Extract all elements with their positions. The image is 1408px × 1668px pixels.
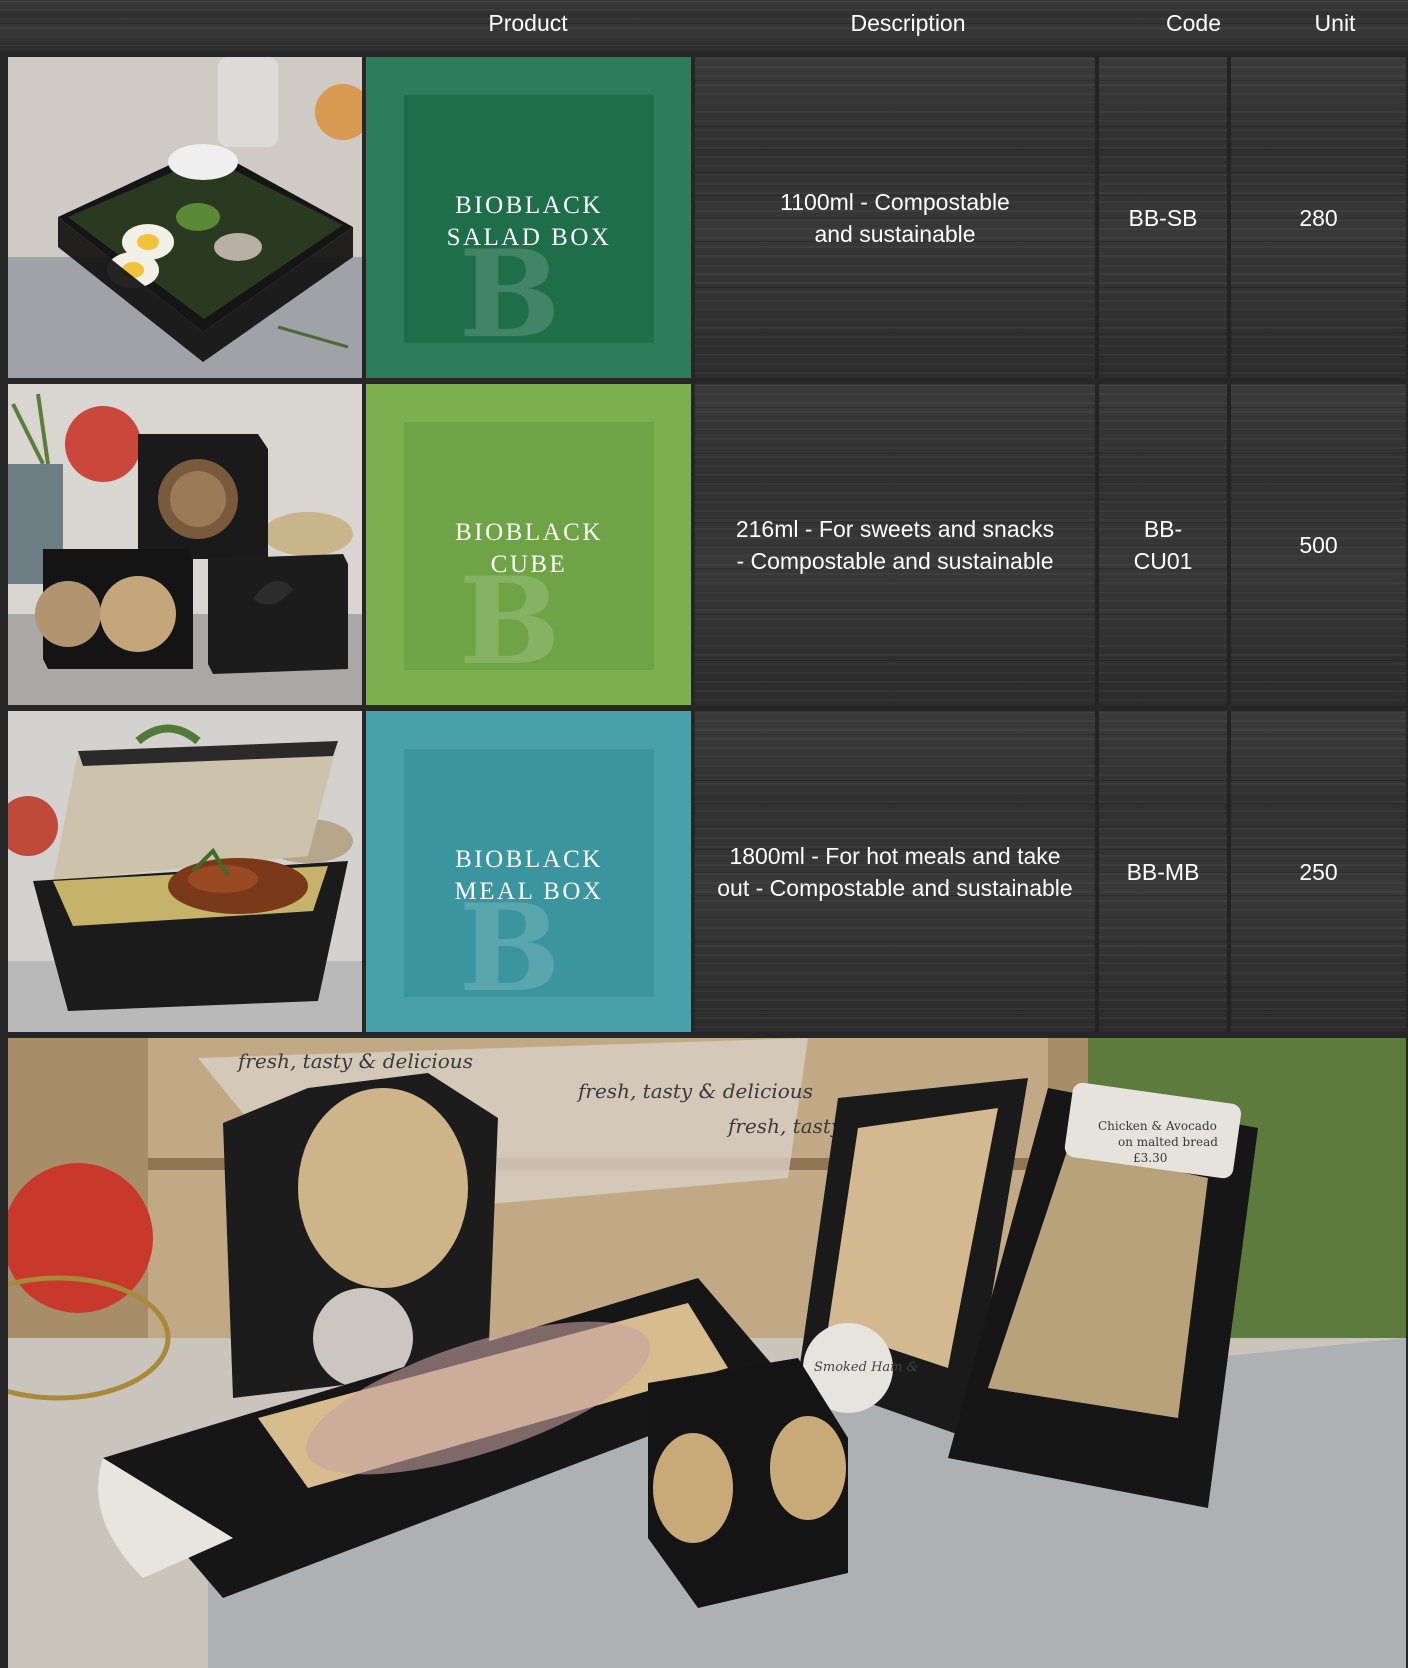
- table-row: B BIOBLACK SALAD BOX 1100ml - Compostabl…: [8, 57, 1406, 378]
- table-header: Product Description Code Unit: [0, 0, 1408, 52]
- product-name-line2: SALAD BOX: [446, 224, 612, 251]
- code-cell: BB- CU01: [1099, 384, 1227, 705]
- description-cell: 1100ml - Compostable and sustainable: [695, 57, 1095, 378]
- product-label-cube: B BIOBLACK CUBE: [366, 384, 691, 705]
- description-line2: and sustainable: [814, 220, 976, 247]
- description-line2: - Compostable and sustainable: [736, 547, 1054, 574]
- sandwich-label-subtitle: on malted bread: [1118, 1135, 1218, 1149]
- unit-cell: 500: [1231, 384, 1406, 705]
- unit-cell: 280: [1231, 57, 1406, 378]
- unit-value: 500: [1299, 531, 1338, 558]
- table-row: B BIOBLACK CUBE 216ml - For sweets and s…: [8, 384, 1406, 705]
- description-cell: 216ml - For sweets and snacks - Composta…: [695, 384, 1095, 705]
- product-label-meal-box: B BIOBLACK MEAL BOX: [366, 711, 691, 1032]
- code-line1: BB-SB: [1128, 204, 1198, 231]
- product-photo-cube: [8, 384, 362, 705]
- wrapper-script-text: fresh, tasty & delicious: [576, 1079, 813, 1103]
- product-label-salad-box: B BIOBLACK SALAD BOX: [366, 57, 691, 378]
- header-unit: Unit: [1314, 10, 1356, 36]
- unit-value: 280: [1299, 204, 1338, 231]
- product-name-line1: BIOBLACK: [455, 519, 603, 546]
- code-line1: BB-MB: [1126, 858, 1200, 885]
- unit-value: 250: [1299, 858, 1338, 885]
- header-product: Product: [488, 10, 568, 36]
- unit-cell: 250: [1231, 711, 1406, 1032]
- sandwich-label-title: Chicken & Avocado: [1098, 1119, 1217, 1133]
- sandwich-label-text: Smoked Ham &: [814, 1360, 918, 1375]
- code-line1: BB-: [1143, 515, 1183, 542]
- product-name-line1: BIOBLACK: [455, 192, 603, 219]
- product-name-line2: CUBE: [490, 551, 568, 578]
- code-cell: BB-SB: [1099, 57, 1227, 378]
- product-name-line2: MEAL BOX: [454, 878, 604, 905]
- header-code: Code: [1166, 10, 1221, 36]
- table-row: B BIOBLACK MEAL BOX 1800ml - For hot mea…: [8, 711, 1406, 1032]
- description-line1: 216ml - For sweets and snacks: [735, 515, 1055, 542]
- header-description: Description: [850, 10, 966, 36]
- description-line2: out - Compostable and sustainable: [717, 874, 1073, 901]
- description-line1: 1800ml - For hot meals and take: [729, 842, 1061, 869]
- sandwich-label-price: £3.30: [1133, 1151, 1167, 1165]
- product-photo-salad-box: [8, 57, 362, 378]
- wrapper-script-text: fresh, tasty & delicious: [236, 1049, 473, 1073]
- code-cell: BB-MB: [1099, 711, 1227, 1032]
- code-line2: CU01: [1133, 547, 1193, 574]
- description-line1: 1100ml - Compostable: [780, 188, 1010, 215]
- product-photo-meal-box: [8, 711, 362, 1032]
- description-cell: 1800ml - For hot meals and take out - Co…: [695, 711, 1095, 1032]
- product-range-photo: fresh, tasty & delicious fresh, tasty & …: [8, 1038, 1406, 1668]
- product-name-line1: BIOBLACK: [455, 846, 603, 873]
